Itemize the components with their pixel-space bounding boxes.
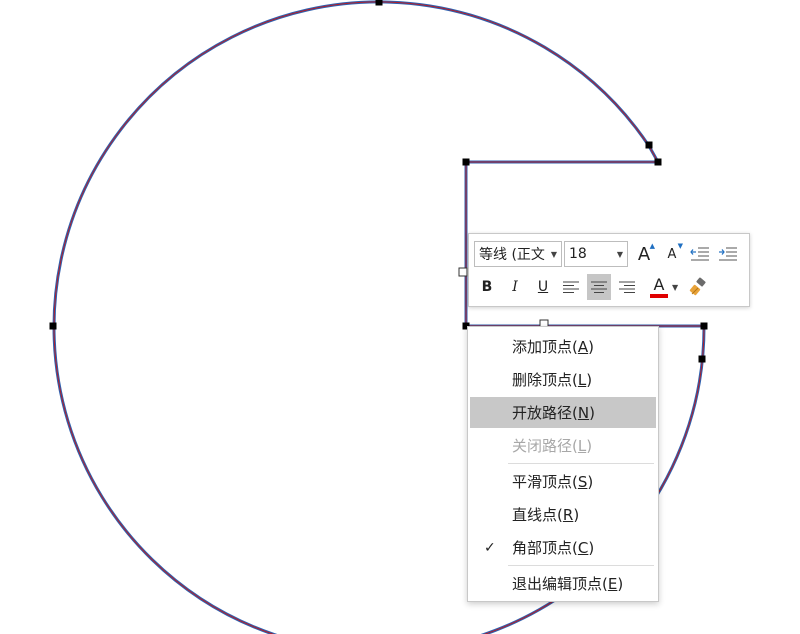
- menu-separator: [508, 463, 654, 464]
- menu-item-smooth-vertex[interactable]: 平滑顶点(S): [470, 466, 656, 497]
- vertex-handle-arc-start-bottom[interactable]: [698, 355, 706, 363]
- font-name-value: 等线 (正文: [479, 247, 545, 263]
- menu-item-corner-vertex[interactable]: ✓ 角部顶点(C): [470, 532, 656, 563]
- underline-icon: U: [537, 279, 549, 295]
- align-right-icon: [619, 281, 635, 293]
- decrease-indent-button[interactable]: [688, 241, 712, 267]
- menu-item-exit-edit-points[interactable]: 退出编辑顶点(E): [470, 568, 656, 599]
- triangle-up-icon: ▲: [649, 242, 655, 250]
- menu-item-accelerator: R: [562, 506, 574, 524]
- font-name-combobox[interactable]: 等线 (正文 ▼: [474, 241, 562, 267]
- font-color-button[interactable]: A: [647, 274, 671, 300]
- menu-item-label: 开放路径: [512, 404, 573, 422]
- menu-item-label: 角部顶点: [512, 539, 573, 557]
- increase-indent-icon: [719, 247, 737, 261]
- vertex-handle-corner-top-right[interactable]: [654, 158, 662, 166]
- mini-toolbar-row-2: B I U A ▼: [469, 272, 710, 302]
- font-color-swatch: [650, 293, 668, 298]
- vertex-handle-corner-top-left[interactable]: [462, 158, 470, 166]
- menu-item-accelerator: A: [577, 338, 589, 356]
- mini-toolbar-row-1: 等线 (正文 ▼ 18 ▼ A ▲ A ▼: [469, 239, 740, 269]
- menu-item-accelerator: E: [607, 575, 618, 593]
- italic-icon: I: [512, 279, 518, 295]
- checkmark-icon: ✓: [484, 539, 496, 556]
- align-center-icon: [591, 281, 607, 293]
- grow-font-button[interactable]: A ▲: [632, 241, 656, 267]
- menu-item-accelerator: N: [577, 404, 590, 422]
- font-color-dropdown-chevron-down-icon[interactable]: ▼: [672, 283, 682, 292]
- vertex-handle-left[interactable]: [49, 322, 57, 330]
- align-left-icon: [563, 281, 579, 293]
- format-painter-icon: [689, 277, 706, 296]
- decrease-indent-icon: [690, 247, 709, 261]
- chevron-down-icon: ▼: [616, 249, 623, 259]
- menu-item-label: 添加顶点: [512, 338, 573, 356]
- menu-item-label: 删除顶点: [512, 371, 573, 389]
- bold-button[interactable]: B: [475, 274, 499, 300]
- italic-button[interactable]: I: [503, 274, 527, 300]
- font-size-combobox[interactable]: 18 ▼: [564, 241, 628, 267]
- menu-item-label: 平滑顶点: [512, 473, 573, 491]
- menu-item-straight-point[interactable]: 直线点(R): [470, 499, 656, 530]
- menu-item-delete-vertex[interactable]: 删除顶点(L): [470, 364, 656, 395]
- format-painter-button[interactable]: [686, 274, 710, 300]
- shrink-font-icon: A: [667, 246, 677, 262]
- mini-toolbar: 等线 (正文 ▼ 18 ▼ A ▲ A ▼ B I U A ▼: [468, 233, 750, 307]
- font-color-icon: A: [650, 274, 668, 298]
- font-color-letter: A: [653, 274, 665, 294]
- menu-item-accelerator: L: [577, 437, 587, 455]
- bold-icon: B: [481, 279, 493, 295]
- context-menu: 添加顶点(A) 删除顶点(L) 开放路径(N) 关闭路径(L) 平滑顶点(S) …: [467, 326, 659, 602]
- menu-separator: [508, 565, 654, 566]
- align-right-button[interactable]: [615, 274, 639, 300]
- menu-item-label: 直线点: [512, 506, 558, 524]
- vertex-handle-arc-end-top[interactable]: [645, 141, 653, 149]
- align-left-button[interactable]: [559, 274, 583, 300]
- menu-item-accelerator: C: [577, 539, 589, 557]
- menu-item-accelerator: S: [577, 473, 588, 491]
- font-size-value: 18: [569, 246, 587, 262]
- menu-item-close-path: 关闭路径(L): [512, 437, 593, 455]
- align-center-button[interactable]: [587, 274, 611, 300]
- shape-canvas[interactable]: [0, 0, 800, 634]
- menu-item-open-path[interactable]: 开放路径(N): [470, 397, 656, 428]
- menu-item-label: 退出编辑顶点: [512, 575, 603, 593]
- vertex-handle-corner-bottom-right[interactable]: [700, 322, 708, 330]
- chevron-down-icon: ▼: [550, 249, 557, 259]
- vertex-handle-top[interactable]: [375, 0, 383, 6]
- menu-item-label: 关闭路径: [512, 437, 573, 455]
- grow-font-icon: A: [637, 243, 651, 265]
- triangle-down-icon: ▼: [677, 242, 683, 250]
- increase-indent-button[interactable]: [716, 241, 740, 267]
- bezier-control-handle-left[interactable]: [458, 267, 468, 277]
- shrink-font-button[interactable]: A ▼: [660, 241, 684, 267]
- menu-item-add-vertex[interactable]: 添加顶点(A): [470, 331, 656, 362]
- underline-button[interactable]: U: [531, 274, 555, 300]
- menu-item-accelerator: L: [577, 371, 587, 389]
